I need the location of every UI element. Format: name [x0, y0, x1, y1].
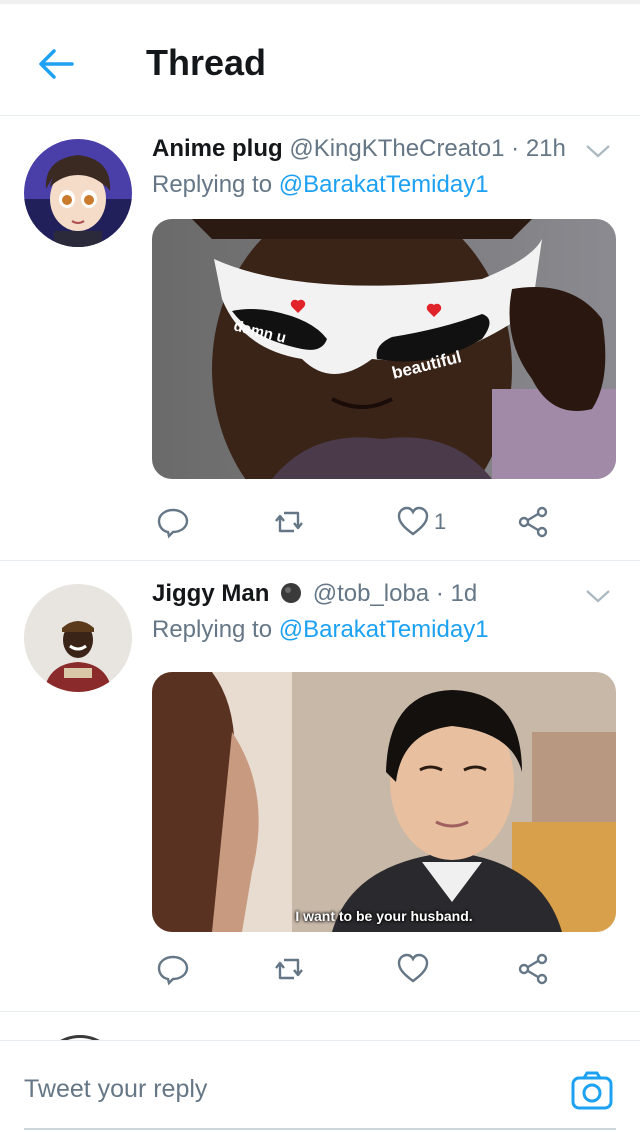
like-icon	[397, 953, 429, 983]
like-icon	[397, 506, 429, 536]
retweet-button[interactable]	[272, 497, 306, 547]
back-arrow-icon[interactable]	[34, 42, 78, 86]
reply-to-link[interactable]: @BarakatTemiday1	[279, 616, 489, 643]
author-handle[interactable]: @tob_loba	[313, 580, 429, 607]
replying-to-label: Replying to	[152, 616, 279, 643]
reply-icon	[157, 955, 189, 986]
tweet[interactable]: Anime plug @KingKTheCreato1 · 21h Replyi…	[0, 117, 640, 561]
author-name[interactable]: Jiggy Man	[152, 580, 269, 607]
replying-to: Replying to @BarakatTemiday1	[152, 171, 489, 199]
avatar[interactable]	[24, 584, 132, 692]
reply-to-link[interactable]: @BarakatTemiday1	[279, 171, 489, 198]
tweet-time: · 1d	[435, 580, 478, 607]
reply-icon	[157, 508, 189, 539]
share-button[interactable]	[516, 944, 550, 994]
like-button[interactable]: 1	[396, 497, 446, 547]
author-name[interactable]: Anime plug	[152, 135, 283, 162]
tweet-actions	[152, 944, 616, 994]
tweet-image[interactable]: damn u beautiful	[152, 219, 616, 479]
tweet[interactable]: Jiggy Man @tob_loba · 1d Replying to @Ba…	[0, 562, 640, 1012]
tweet-actions: 1	[152, 497, 616, 547]
top-bar: Thread	[0, 4, 640, 116]
tweet-time: · 21h	[511, 135, 566, 162]
like-count: 1	[434, 509, 447, 534]
camera-icon[interactable]	[570, 1069, 614, 1113]
reply-composer: Tweet your reply	[0, 1040, 640, 1132]
author-handle[interactable]: @KingKTheCreato1	[289, 135, 504, 162]
retweet-icon	[275, 511, 303, 533]
reply-input[interactable]: Tweet your reply	[24, 1075, 207, 1104]
reply-button[interactable]	[156, 497, 190, 547]
page-title: Thread	[146, 42, 267, 83]
tweet-header: Jiggy Man @tob_loba · 1d	[152, 580, 620, 608]
video-caption: I want to be your husband.	[295, 908, 473, 924]
input-underline	[24, 1128, 616, 1130]
reply-button[interactable]	[156, 944, 190, 994]
avatar[interactable]	[24, 139, 132, 247]
share-icon	[518, 953, 548, 985]
replying-to-label: Replying to	[152, 171, 279, 198]
replying-to: Replying to @BarakatTemiday1	[152, 616, 489, 644]
like-button[interactable]	[396, 944, 430, 994]
tweet-header: Anime plug @KingKTheCreato1 · 21h	[152, 135, 620, 163]
retweet-button[interactable]	[272, 944, 306, 994]
chevron-down-icon[interactable]	[584, 586, 612, 606]
share-icon	[518, 506, 548, 538]
share-button[interactable]	[516, 497, 550, 547]
tweet-partial[interactable]	[0, 1013, 640, 1043]
tweet-image[interactable]: I want to be your husband.	[152, 672, 616, 932]
retweet-icon	[275, 958, 303, 980]
chevron-down-icon[interactable]	[584, 141, 612, 161]
black-circle-icon	[281, 583, 302, 603]
